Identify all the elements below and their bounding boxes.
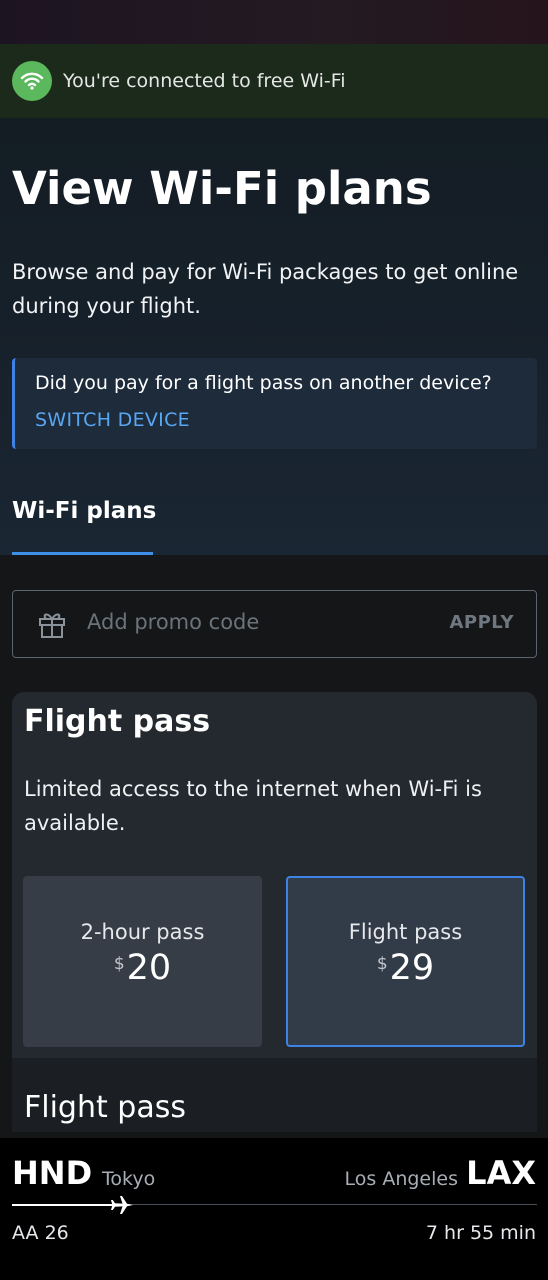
airplane-icon xyxy=(110,1194,134,1220)
card-title: Flight pass xyxy=(24,704,211,739)
notice-text: Did you pay for a flight pass on another… xyxy=(35,372,492,394)
origin-city: Tokyo xyxy=(102,1168,156,1190)
flight-number: AA 26 xyxy=(12,1222,69,1244)
active-tab-indicator xyxy=(12,552,153,555)
flight-progress-bar: HND Tokyo Los Angeles LAX AA 26 7 hr 55 … xyxy=(0,1138,548,1280)
plan-option-label: 2-hour pass xyxy=(80,919,205,944)
hero-section: View Wi-Fi plans Browse and pay for Wi-F… xyxy=(0,118,548,555)
page-subtitle: Browse and pay for Wi-Fi packages to get… xyxy=(12,260,519,318)
card-description: Limited access to the internet when Wi-F… xyxy=(24,777,482,835)
status-bar xyxy=(0,0,548,44)
currency-symbol: $ xyxy=(376,953,388,974)
currency-symbol: $ xyxy=(113,953,125,974)
plan-option-2-hour-pass[interactable]: 2-hour pass $ 20 xyxy=(23,876,262,1047)
tab-wifi-plans[interactable]: Wi-Fi plans xyxy=(12,498,156,524)
promo-code-field[interactable]: Add promo code APPLY xyxy=(12,590,537,658)
plan-option-label: Flight pass xyxy=(348,919,463,944)
wifi-connected-banner: You're connected to free Wi-Fi xyxy=(0,44,548,118)
flight-duration: 7 hr 55 min xyxy=(425,1222,536,1244)
card-details-section: Flight pass xyxy=(12,1058,537,1132)
wifi-icon xyxy=(12,61,52,101)
plan-option-price: $ 20 xyxy=(114,948,171,988)
switch-device-notice: Did you pay for a flight pass on another… xyxy=(12,358,537,449)
gift-icon xyxy=(37,609,67,643)
origin-airport-code: HND xyxy=(12,1154,93,1192)
page-title: View Wi-Fi plans xyxy=(12,162,432,215)
apply-button[interactable]: APPLY xyxy=(449,612,514,633)
price-amount: 29 xyxy=(389,947,435,988)
plan-option-price: $ 29 xyxy=(377,948,434,988)
flight-progress-track xyxy=(12,1203,537,1206)
destination-city: Los Angeles xyxy=(344,1168,458,1190)
wifi-banner-text: You're connected to free Wi-Fi xyxy=(63,70,346,92)
details-section-title: Flight pass xyxy=(24,1090,186,1125)
promo-code-input[interactable]: Add promo code xyxy=(87,610,259,634)
flight-pass-card: Flight pass Limited access to the intern… xyxy=(12,692,537,1132)
flight-progress-fill xyxy=(12,1203,122,1206)
destination-airport-code: LAX xyxy=(466,1154,536,1192)
price-amount: 20 xyxy=(126,947,172,988)
plan-option-flight-pass[interactable]: Flight pass $ 29 xyxy=(286,876,525,1047)
switch-device-link[interactable]: SWITCH DEVICE xyxy=(35,409,190,431)
